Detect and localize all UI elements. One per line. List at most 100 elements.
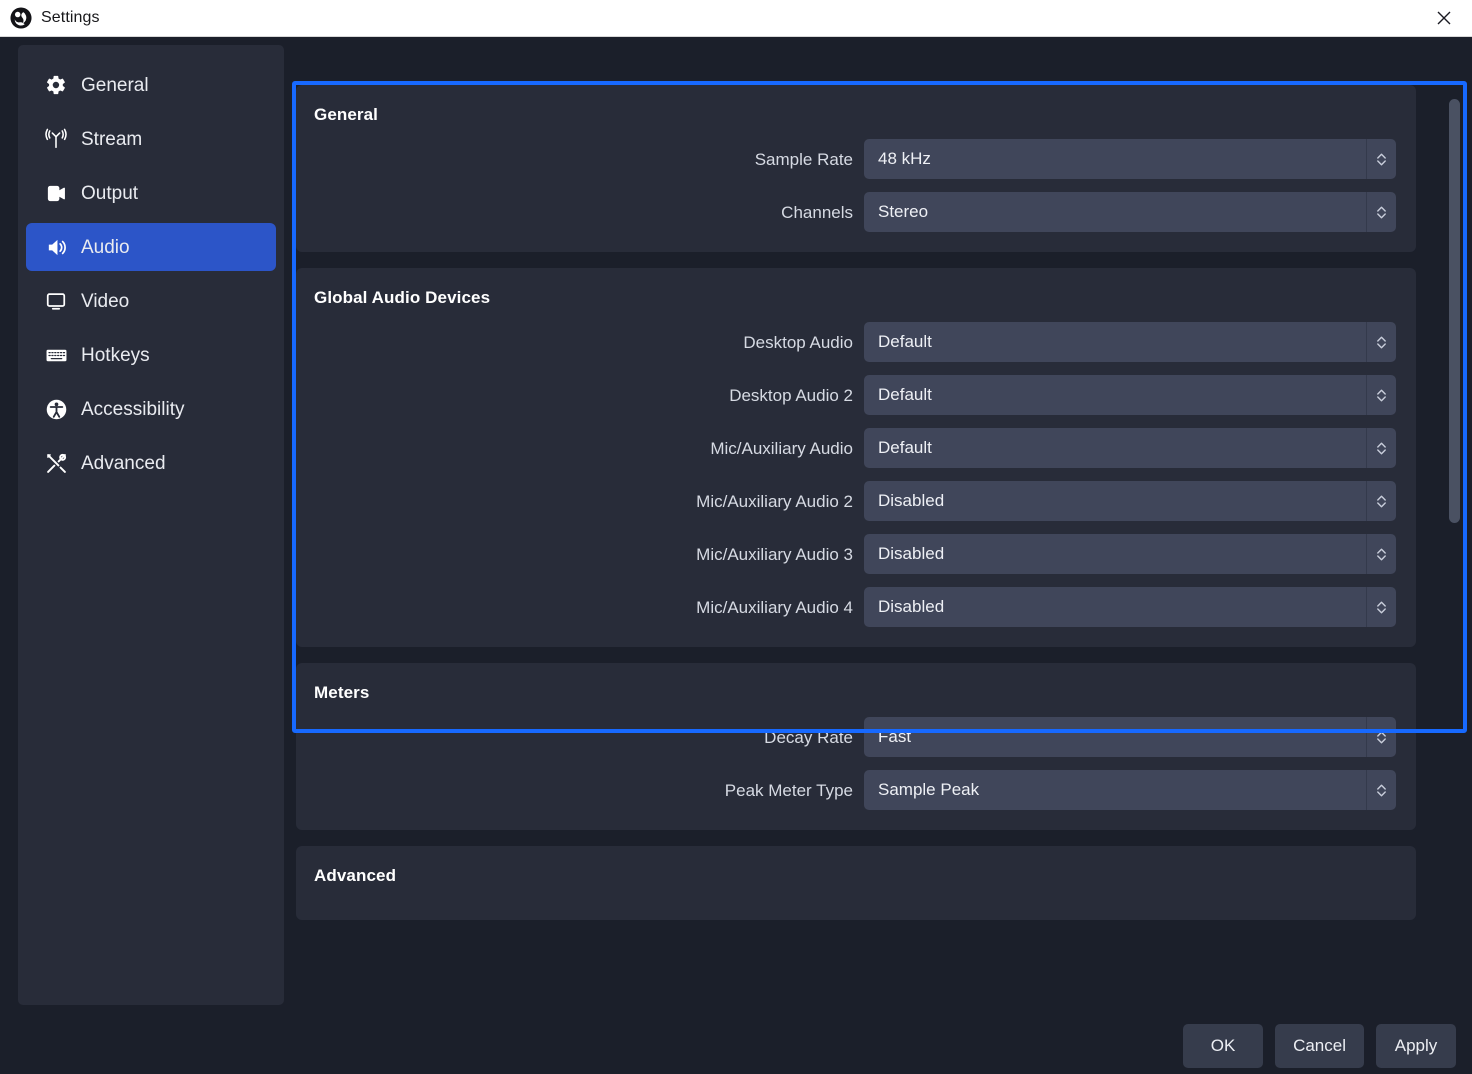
chevron-up-down-icon: [1377, 389, 1386, 401]
field-label: Decay Rate: [764, 727, 853, 747]
dropdown-spinner-button[interactable]: [1366, 375, 1396, 415]
field-label: Mic/Auxiliary Audio 3: [696, 544, 853, 564]
field-row-desktop-audio-2: Desktop Audio 2 Default: [312, 375, 1396, 415]
sidebar-item-video[interactable]: Video: [26, 277, 276, 325]
sidebar-item-audio[interactable]: Audio: [26, 223, 276, 271]
field-row-mic-aux-audio-4: Mic/Auxiliary Audio 4 Disabled: [312, 587, 1396, 627]
chevron-up-down-icon: [1377, 601, 1386, 613]
mic-aux-audio-2-dropdown[interactable]: Disabled: [864, 481, 1396, 521]
chevron-up-down-icon: [1377, 206, 1386, 218]
close-button[interactable]: [1416, 0, 1472, 37]
settings-sidebar: General Stream Output Audio Video Hotkey…: [18, 45, 284, 1005]
speaker-icon: [43, 234, 69, 260]
video-camera-icon: [43, 180, 69, 206]
decay-rate-dropdown[interactable]: Fast: [864, 717, 1396, 757]
chevron-up-down-icon: [1377, 153, 1386, 165]
field-label: Mic/Auxiliary Audio: [710, 438, 853, 458]
monitor-icon: [43, 288, 69, 314]
close-icon: [1437, 11, 1451, 25]
sidebar-item-label: Video: [81, 290, 130, 312]
sidebar-item-label: Stream: [81, 128, 143, 150]
field-row-mic-aux-audio-3: Mic/Auxiliary Audio 3 Disabled: [312, 534, 1396, 574]
dropdown-spinner-button[interactable]: [1366, 481, 1396, 521]
field-label: Channels: [781, 202, 853, 222]
mic-aux-audio-4-value: Disabled: [864, 587, 1366, 627]
decay-rate-value: Fast: [864, 717, 1366, 757]
sidebar-item-advanced[interactable]: Advanced: [26, 439, 276, 487]
dropdown-spinner-button[interactable]: [1366, 770, 1396, 810]
section-global-audio-devices: Global Audio Devices Desktop Audio Defau…: [296, 268, 1416, 647]
apply-button[interactable]: Apply: [1376, 1024, 1456, 1068]
dropdown-spinner-button[interactable]: [1366, 587, 1396, 627]
desktop-audio-2-value: Default: [864, 375, 1366, 415]
sidebar-item-general[interactable]: General: [26, 61, 276, 109]
window-title: Settings: [41, 9, 100, 26]
chevron-up-down-icon: [1377, 731, 1386, 743]
field-label: Desktop Audio 2: [729, 385, 853, 405]
obs-logo-icon: [10, 7, 32, 29]
broadcast-icon: [43, 126, 69, 152]
sidebar-item-output[interactable]: Output: [26, 169, 276, 217]
keyboard-icon: [43, 342, 69, 368]
field-row-mic-aux-audio: Mic/Auxiliary Audio Default: [312, 428, 1396, 468]
desktop-audio-dropdown[interactable]: Default: [864, 322, 1396, 362]
peak-meter-type-value: Sample Peak: [864, 770, 1366, 810]
channels-value: Stereo: [864, 192, 1366, 232]
ok-button[interactable]: OK: [1183, 1024, 1264, 1068]
section-title: Meters: [314, 683, 370, 702]
field-row-mic-aux-audio-2: Mic/Auxiliary Audio 2 Disabled: [312, 481, 1396, 521]
sidebar-item-label: Advanced: [81, 452, 166, 474]
field-label: Sample Rate: [754, 149, 853, 169]
chevron-up-down-icon: [1377, 495, 1386, 507]
window-body: General Stream Output Audio Video Hotkey…: [0, 37, 1472, 1074]
section-meters: Meters Decay Rate Fast Peak Meter Type S…: [296, 663, 1416, 830]
sidebar-item-label: Hotkeys: [81, 344, 150, 366]
sample-rate-dropdown[interactable]: 48 kHz: [864, 139, 1396, 179]
field-row-decay-rate: Decay Rate Fast: [312, 717, 1396, 757]
field-row-sample-rate: Sample Rate 48 kHz: [312, 139, 1396, 179]
chevron-up-down-icon: [1377, 336, 1386, 348]
mic-aux-audio-value: Default: [864, 428, 1366, 468]
dropdown-spinner-button[interactable]: [1366, 428, 1396, 468]
mic-aux-audio-3-dropdown[interactable]: Disabled: [864, 534, 1396, 574]
section-title: Global Audio Devices: [314, 288, 491, 307]
dropdown-spinner-button[interactable]: [1366, 534, 1396, 574]
tools-icon: [43, 450, 69, 476]
vertical-scrollbar[interactable]: [1447, 85, 1461, 729]
sidebar-item-label: Accessibility: [81, 398, 185, 420]
settings-window: Settings General Stream Output Audio Vid…: [0, 0, 1472, 1074]
dropdown-spinner-button[interactable]: [1366, 322, 1396, 362]
sidebar-item-stream[interactable]: Stream: [26, 115, 276, 163]
section-title: General: [314, 105, 379, 124]
chevron-up-down-icon: [1377, 548, 1386, 560]
peak-meter-type-dropdown[interactable]: Sample Peak: [864, 770, 1396, 810]
section-general: General Sample Rate 48 kHz Channels Ster…: [296, 85, 1416, 252]
dropdown-spinner-button[interactable]: [1366, 192, 1396, 232]
cancel-button[interactable]: Cancel: [1275, 1024, 1364, 1068]
desktop-audio-2-dropdown[interactable]: Default: [864, 375, 1396, 415]
field-label: Mic/Auxiliary Audio 4: [696, 597, 853, 617]
title-bar: Settings: [0, 0, 1472, 37]
dialog-buttons: OK Cancel Apply: [1183, 1024, 1456, 1068]
dropdown-spinner-button[interactable]: [1366, 139, 1396, 179]
dropdown-spinner-button[interactable]: [1366, 717, 1396, 757]
scrollbar-thumb[interactable]: [1449, 99, 1460, 523]
sidebar-item-label: Output: [81, 182, 139, 204]
field-row-peak-meter-type: Peak Meter Type Sample Peak: [312, 770, 1396, 810]
mic-aux-audio-4-dropdown[interactable]: Disabled: [864, 587, 1396, 627]
sidebar-item-accessibility[interactable]: Accessibility: [26, 385, 276, 433]
field-label: Desktop Audio: [743, 332, 853, 352]
chevron-up-down-icon: [1377, 442, 1386, 454]
desktop-audio-value: Default: [864, 322, 1366, 362]
mic-aux-audio-2-value: Disabled: [864, 481, 1366, 521]
channels-dropdown[interactable]: Stereo: [864, 192, 1396, 232]
mic-aux-audio-3-value: Disabled: [864, 534, 1366, 574]
sidebar-item-hotkeys[interactable]: Hotkeys: [26, 331, 276, 379]
field-label: Peak Meter Type: [724, 780, 853, 800]
gear-icon: [43, 72, 69, 98]
settings-scroll-viewport[interactable]: General Sample Rate 48 kHz Channels Ster…: [296, 85, 1463, 985]
field-label: Mic/Auxiliary Audio 2: [696, 491, 853, 511]
sidebar-item-label: General: [81, 74, 149, 96]
chevron-up-down-icon: [1377, 784, 1386, 796]
mic-aux-audio-dropdown[interactable]: Default: [864, 428, 1396, 468]
